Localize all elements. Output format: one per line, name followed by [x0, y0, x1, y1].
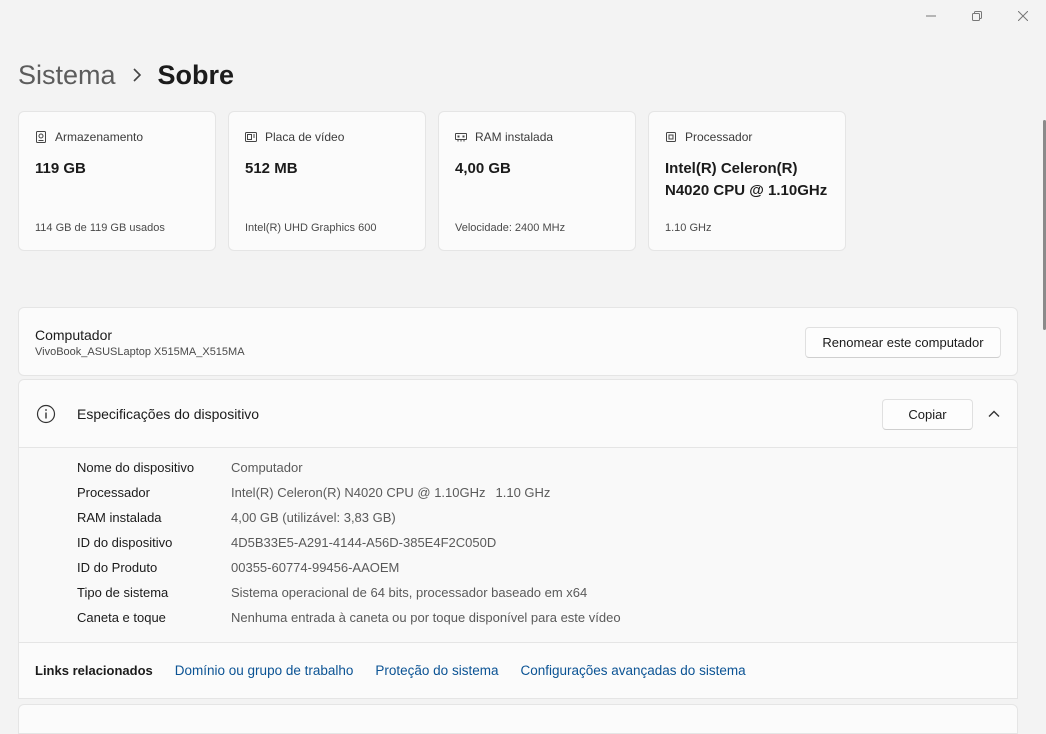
next-panel [18, 704, 1018, 734]
breadcrumb-parent-link[interactable]: Sistema [18, 56, 116, 94]
spec-value: 4,00 GB (utilizável: 3,83 GB) [231, 510, 396, 525]
related-links: Links relacionados Domínio ou grupo de t… [19, 642, 1017, 698]
card-subtext: 1.10 GHz [665, 222, 712, 234]
link-advanced-system-settings[interactable]: Configurações avançadas do sistema [520, 663, 745, 678]
gpu-icon [245, 131, 257, 143]
cpu-icon [665, 131, 677, 143]
spec-row: Tipo de sistema Sistema operacional de 6… [77, 580, 587, 605]
close-button[interactable] [1000, 0, 1046, 32]
spec-value: Nenhuma entrada à caneta ou por toque di… [231, 610, 621, 625]
card-title: Armazenamento [55, 130, 144, 144]
spec-label: RAM instalada [77, 510, 162, 525]
rename-computer-button[interactable]: Renomear este computador [805, 327, 1001, 358]
card-value: Intel(R) Celeron(R) N4020 CPU @ 1.10GHz [665, 160, 828, 199]
spec-value: 4D5B33E5-A291-4144-A56D-385E4F2C050D [231, 535, 497, 550]
spec-label: Tipo de sistema [77, 585, 169, 600]
spec-value: Computador [231, 460, 303, 475]
link-domain-workgroup[interactable]: Domínio ou grupo de trabalho [175, 663, 354, 678]
chevron-up-icon[interactable] [987, 407, 1001, 421]
related-links-label: Links relacionados [35, 663, 153, 678]
card-title: Placa de vídeo [265, 130, 345, 144]
chevron-right-icon [132, 68, 142, 82]
minimize-icon [926, 15, 936, 17]
spec-cards: Armazenamento 119 GB 114 GB de 119 GB us… [18, 111, 846, 251]
copy-button[interactable]: Copiar [882, 399, 973, 430]
spec-row: ID do Produto 00355-60774-99456-AAOEM [77, 555, 399, 580]
card-value: 4,00 GB [455, 160, 511, 177]
card-processor: Processador Intel(R) Celeron(R) N4020 CP… [648, 111, 846, 251]
spec-value: Intel(R) Celeron(R) N4020 CPU @ 1.10GHz 1… [231, 485, 550, 500]
card-title: RAM instalada [475, 130, 554, 144]
spec-label: Caneta e toque [77, 610, 166, 625]
card-header: Placa de vídeo [245, 130, 344, 144]
device-specs-header[interactable]: Especificações do dispositivo Copiar [19, 380, 1017, 448]
page-title: Sobre [157, 60, 235, 90]
spec-row: Caneta e toque Nenhuma entrada à caneta … [77, 605, 621, 630]
spec-value: 00355-60774-99456-AAOEM [231, 560, 400, 575]
card-subtext: Velocidade: 2400 MHz [455, 222, 566, 234]
card-header: Processador [665, 130, 752, 144]
card-header: Armazenamento [35, 130, 143, 144]
restore-icon [972, 11, 982, 21]
restore-button[interactable] [954, 0, 1000, 32]
spec-label: ID do dispositivo [77, 535, 173, 550]
spec-label: Processador [77, 485, 150, 500]
spec-label: ID do Produto [77, 560, 158, 575]
card-ram: RAM instalada 4,00 GB Velocidade: 2400 M… [438, 111, 636, 251]
spec-row: RAM instalada 4,00 GB (utilizável: 3,83 … [77, 505, 396, 530]
card-header: RAM instalada [455, 130, 553, 144]
spec-row: Processador Intel(R) Celeron(R) N4020 CP… [77, 480, 550, 505]
spec-label: Nome do dispositivo [77, 460, 195, 475]
spec-row: ID do dispositivo 4D5B33E5-A291-4144-A56… [77, 530, 496, 555]
card-gpu: Placa de vídeo 512 MB Intel(R) UHD Graph… [228, 111, 426, 251]
spec-value-part: Intel(R) Celeron(R) N4020 CPU @ 1.10GHz [231, 485, 486, 500]
ram-icon [455, 131, 467, 143]
card-title: Processador [685, 130, 753, 144]
device-specs-body: Nome do dispositivo Computador Processad… [19, 448, 1017, 642]
storage-icon [35, 131, 47, 143]
device-specs-title: Especificações do dispositivo [77, 406, 260, 422]
spec-value-part: 1.10 GHz [495, 485, 551, 500]
spec-value: Sistema operacional de 64 bits, processa… [231, 585, 588, 600]
minimize-button[interactable] [908, 0, 954, 32]
spec-row: Nome do dispositivo Computador [77, 455, 303, 480]
computer-title: Computador [35, 327, 113, 343]
link-system-protection[interactable]: Proteção do sistema [375, 663, 498, 678]
device-specs-panel: Especificações do dispositivo Copiar Nom… [18, 379, 1018, 699]
window-controls [908, 0, 1046, 32]
card-value: 119 GB [35, 160, 86, 177]
close-icon [1018, 11, 1028, 21]
card-value: 512 MB [245, 160, 298, 177]
card-storage: Armazenamento 119 GB 114 GB de 119 GB us… [18, 111, 216, 251]
card-subtext: 114 GB de 119 GB usados [35, 222, 165, 234]
breadcrumb: Sistema Sobre [18, 56, 234, 94]
card-subtext: Intel(R) UHD Graphics 600 [245, 222, 377, 234]
info-icon [36, 404, 56, 424]
computer-name: VivoBook_ASUSLaptop X515MA_X515MA [35, 346, 245, 358]
computer-name-panel: Computador VivoBook_ASUSLaptop X515MA_X5… [18, 307, 1018, 376]
